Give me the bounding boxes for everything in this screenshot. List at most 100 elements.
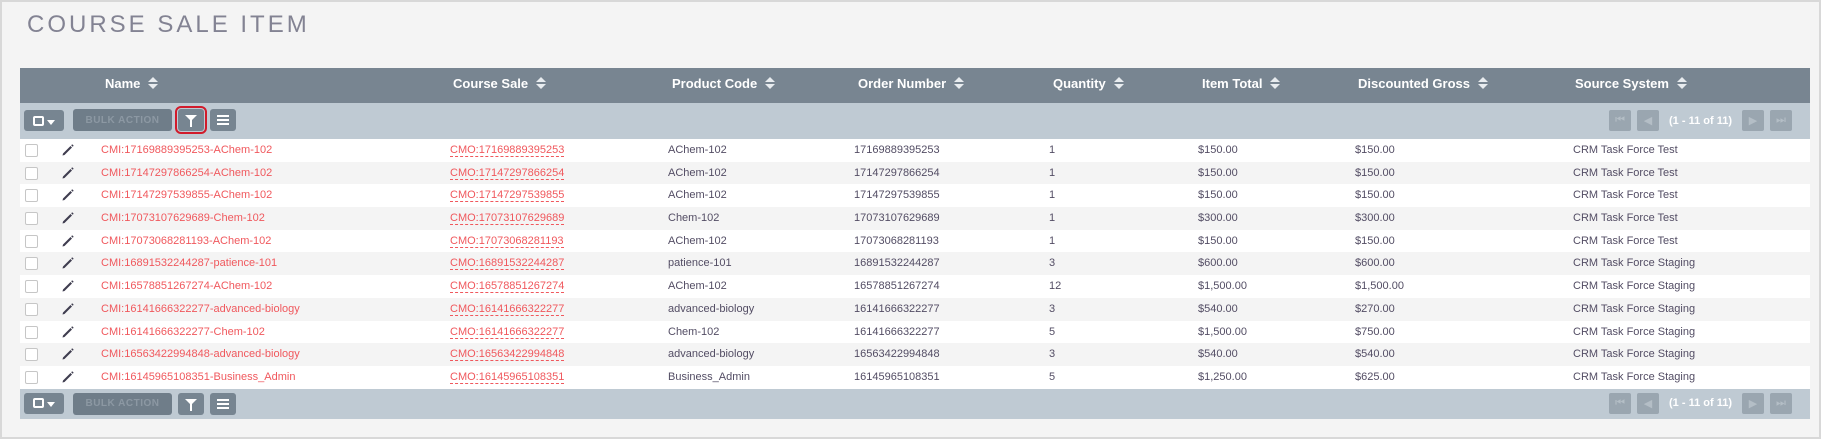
column-chooser-button[interactable] — [210, 109, 236, 131]
pencil-icon[interactable] — [61, 279, 75, 293]
row-course-sale-link[interactable]: CMO:17147297539855 — [450, 189, 565, 203]
pencil-icon[interactable] — [61, 211, 75, 225]
column-header-label: Course Sale — [453, 76, 529, 91]
select-all-dropdown-button[interactable] — [24, 110, 64, 131]
row-checkbox[interactable] — [25, 280, 38, 294]
sort-icon[interactable] — [765, 76, 776, 89]
column-header-product-code[interactable]: Product Code — [672, 76, 776, 91]
row-course-sale-link[interactable]: CMO:17147297866254 — [450, 167, 565, 180]
column-header-name[interactable]: Name — [105, 76, 159, 91]
sort-icon[interactable] — [536, 76, 547, 89]
column-header-label: Product Code — [672, 76, 758, 91]
sort-icon[interactable] — [954, 76, 965, 89]
pencil-icon[interactable] — [61, 325, 75, 339]
row-checkbox[interactable] — [25, 234, 38, 248]
pencil-icon[interactable] — [61, 188, 75, 202]
column-header-item-total[interactable]: Item Total — [1202, 76, 1281, 91]
row-checkbox[interactable] — [25, 370, 38, 384]
row-product-code: Business_Admin — [668, 370, 750, 383]
prev-page-button[interactable]: ◀ — [1637, 392, 1660, 414]
pencil-icon[interactable] — [61, 143, 75, 157]
row-checkbox[interactable] — [25, 189, 38, 203]
sort-icon[interactable] — [1676, 76, 1687, 89]
column-header-order-number[interactable]: Order Number — [858, 76, 965, 91]
filter-button[interactable] — [178, 392, 204, 415]
row-name-link[interactable]: CMI:17147297539855-AChem-102 — [101, 189, 272, 201]
next-page-button[interactable]: ▶ — [1742, 110, 1764, 131]
bulk-action-button[interactable]: BULK ACTION — [73, 109, 172, 131]
row-name-link[interactable]: CMI:16145965108351-Business_Admin — [101, 371, 295, 383]
row-source-system: CRM Task Force Test — [1573, 234, 1678, 247]
row-course-sale-link[interactable]: CMO:16141666322277 — [450, 326, 565, 339]
row-name-link[interactable]: CMI:16891532244287-patience-101 — [101, 257, 277, 269]
next-page-button[interactable]: ▶ — [1742, 392, 1764, 414]
row-product-code: AChem-102 — [668, 234, 727, 247]
row-source-system: CRM Task Force Staging — [1573, 302, 1696, 315]
row-checkbox[interactable] — [25, 302, 38, 316]
row-course-sale-link[interactable]: CMO:17073068281193 — [450, 235, 564, 248]
row-name-link[interactable]: CMI:16578851267274-AChem-102 — [101, 280, 272, 292]
pencil-icon[interactable] — [61, 166, 75, 180]
row-product-code: Chem-102 — [668, 212, 720, 225]
row-discounted-gross: $150.00 — [1355, 189, 1395, 202]
row-order-number: 16578851267274 — [854, 280, 940, 293]
row-checkbox[interactable] — [25, 348, 38, 362]
sort-icon[interactable] — [1113, 76, 1124, 89]
prev-page-button[interactable]: ◀ — [1637, 110, 1660, 131]
row-product-code: patience-101 — [668, 257, 732, 270]
column-chooser-button[interactable] — [210, 392, 236, 415]
row-source-system: CRM Task Force Test — [1573, 166, 1678, 179]
row-checkbox[interactable] — [25, 212, 38, 226]
select-all-dropdown-button[interactable] — [24, 392, 64, 414]
row-item-total: $1,250.00 — [1198, 370, 1247, 383]
row-name-link[interactable]: CMI:17073107629689-Chem-102 — [101, 212, 265, 224]
filter-button[interactable] — [175, 106, 207, 134]
row-checkbox[interactable] — [25, 257, 38, 271]
row-item-total: $150.00 — [1198, 166, 1238, 179]
filter-icon — [185, 398, 197, 411]
row-product-code: advanced-biology — [668, 348, 755, 361]
last-page-button[interactable]: ⏭ — [1770, 392, 1792, 414]
first-page-button[interactable]: ⏮ — [1609, 110, 1632, 131]
bulk-action-label: BULK ACTION — [85, 398, 160, 410]
row-name-link[interactable]: CMI:16141666322277-Chem-102 — [101, 326, 265, 338]
row-course-sale-link[interactable]: CMO:16891532244287 — [450, 257, 565, 271]
column-chooser-icon — [217, 115, 229, 125]
column-chooser-icon — [217, 398, 229, 409]
pagination-count: (1 - 11 of 11) — [1669, 114, 1732, 127]
chevron-down-icon — [47, 402, 55, 408]
row-course-sale-link[interactable]: CMO:16145965108351 — [450, 371, 565, 384]
pencil-icon[interactable] — [61, 347, 75, 361]
last-page-button[interactable]: ⏭ — [1770, 110, 1792, 131]
row-name-link[interactable]: CMI:17147297866254-AChem-102 — [101, 167, 272, 179]
row-name-link[interactable]: CMI:17073068281193-AChem-102 — [101, 235, 271, 247]
row-checkbox[interactable] — [25, 144, 38, 157]
row-name-link[interactable]: CMI:16563422994848-advanced-biology — [101, 348, 300, 360]
row-checkbox[interactable] — [25, 325, 38, 339]
row-checkbox[interactable] — [25, 166, 38, 180]
row-course-sale-link[interactable]: CMO:16563422994848 — [450, 348, 565, 362]
row-course-sale-link[interactable]: CMO:16141666322277 — [450, 303, 565, 316]
sort-icon[interactable] — [1477, 76, 1488, 89]
row-course-sale-link[interactable]: CMO:16578851267274 — [450, 280, 565, 294]
column-header-quantity[interactable]: Quantity — [1053, 76, 1124, 91]
bulk-action-button[interactable]: BULK ACTION — [73, 392, 172, 415]
row-course-sale-link[interactable]: CMO:17169889395253 — [450, 144, 565, 157]
sort-icon[interactable] — [148, 76, 159, 89]
row-name-link[interactable]: CMI:16141666322277-advanced-biology — [101, 303, 300, 315]
next-page-icon: ▶ — [1748, 115, 1758, 127]
pencil-icon[interactable] — [61, 256, 75, 270]
table-row: CMI:16141666322277-Chem-102 CMO:161416663… — [20, 321, 1810, 344]
row-name-link[interactable]: CMI:17169889395253-AChem-102 — [101, 144, 272, 156]
sort-icon[interactable] — [1270, 76, 1281, 89]
column-header-source-system[interactable]: Source System — [1575, 76, 1687, 91]
pencil-icon[interactable] — [61, 234, 75, 248]
row-discounted-gross: $1,500.00 — [1355, 280, 1404, 293]
pencil-icon[interactable] — [61, 370, 75, 384]
column-header-course-sale[interactable]: Course Sale — [453, 76, 547, 91]
column-header-discounted-gross[interactable]: Discounted Gross — [1358, 76, 1488, 91]
table-body: CMI:17169889395253-AChem-102 CMO:17169889… — [20, 139, 1810, 389]
pencil-icon[interactable] — [61, 302, 75, 316]
row-course-sale-link[interactable]: CMO:17073107629689 — [450, 212, 565, 226]
first-page-button[interactable]: ⏮ — [1609, 392, 1632, 414]
